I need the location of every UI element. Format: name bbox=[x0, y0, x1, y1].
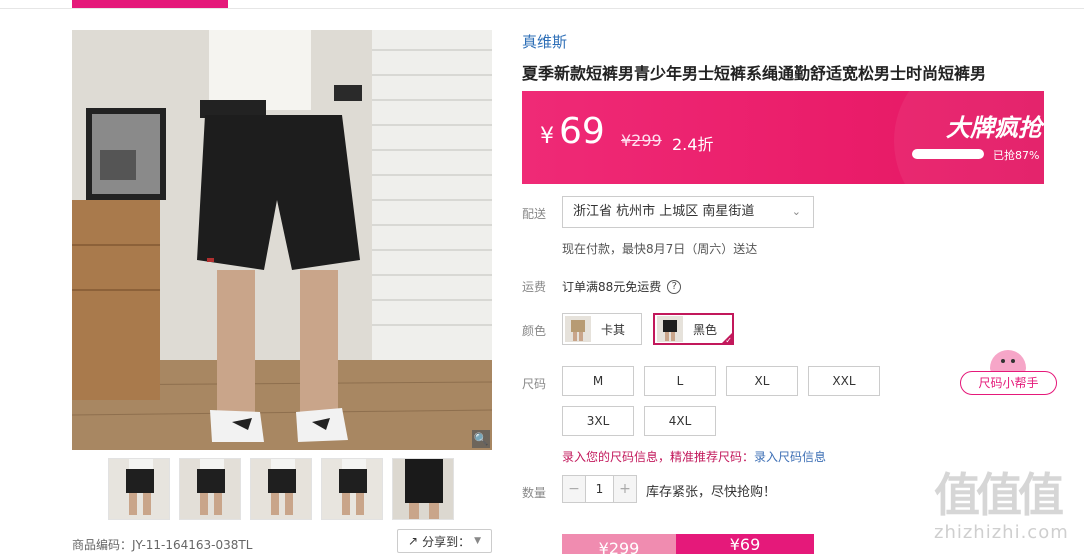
delivery-label: 配送 bbox=[522, 207, 547, 221]
brand-link[interactable]: 真维斯 bbox=[522, 31, 567, 52]
quantity-minus-button[interactable]: − bbox=[563, 476, 585, 502]
chevron-down-icon: ⌄ bbox=[791, 205, 801, 218]
quantity-label: 数量 bbox=[522, 486, 547, 500]
price-banner: ¥ 69 ¥299 2.4折 大牌疯抢 已抢87% bbox=[522, 91, 1044, 184]
thumbnail-2[interactable] bbox=[179, 458, 241, 520]
size-option-l[interactable]: L bbox=[644, 366, 716, 396]
main-product-image[interactable]: 🔍 bbox=[72, 30, 492, 450]
chevron-down-icon: ▼ bbox=[474, 536, 481, 546]
active-tab-indicator bbox=[72, 0, 228, 8]
current-price: 69 bbox=[559, 111, 605, 152]
question-circle-icon[interactable]: ? bbox=[667, 279, 682, 294]
mascot-eye bbox=[1011, 359, 1015, 363]
quantity-stepper: − 1 + bbox=[562, 475, 637, 503]
shipping-info: 订单满88元免运费 ? bbox=[562, 278, 682, 295]
thumbnail-strip bbox=[108, 458, 454, 520]
zoom-icon[interactable]: 🔍 bbox=[472, 430, 490, 448]
sold-progress-fill bbox=[913, 150, 974, 158]
discount-label: 2.4折 bbox=[672, 135, 714, 154]
size-record-link[interactable]: 录入尺码信息 bbox=[754, 450, 826, 464]
sku-code: 商品编码：JY-11-164163-038TL bbox=[72, 538, 253, 552]
size-option-m[interactable]: M bbox=[562, 366, 634, 396]
share-label: 分享到： bbox=[422, 534, 471, 549]
size-record-warning: 录入您的尺码信息，精准推荐尺码： bbox=[562, 450, 755, 464]
size-record-prompt: 录入您的尺码信息，精准推荐尺码：录入尺码信息 bbox=[562, 448, 826, 465]
buy-original-price-button[interactable]: ¥299 bbox=[562, 534, 676, 554]
shipping-text: 订单满88元免运费 bbox=[562, 280, 662, 294]
size-label: 尺码 bbox=[522, 377, 547, 391]
size-option-4xl[interactable]: 4XL bbox=[644, 406, 716, 436]
size-option-xl[interactable]: XL bbox=[726, 366, 798, 396]
color-option-khaki[interactable]: 卡其 bbox=[562, 313, 642, 345]
watermark-domain: zhizhizhi.com bbox=[934, 522, 1069, 543]
site-watermark: 值值值 zhizhizhi.com bbox=[934, 470, 1084, 554]
color-swatch-black bbox=[657, 316, 683, 342]
stock-status: 库存紧张，尽快抢购！ bbox=[646, 485, 777, 500]
size-option-xxl[interactable]: XXL bbox=[808, 366, 880, 396]
mascot-eye bbox=[1001, 359, 1005, 363]
thumbnail-5[interactable] bbox=[392, 458, 454, 520]
color-option-label: 黑色 bbox=[693, 322, 718, 337]
sold-progress-bar bbox=[912, 149, 984, 159]
quantity-input[interactable]: 1 bbox=[585, 476, 614, 502]
original-price: ¥299 bbox=[621, 131, 662, 150]
shipping-label: 运费 bbox=[522, 280, 547, 294]
color-swatch-khaki bbox=[565, 316, 591, 342]
product-page: 🔍 商品编码：JY-11-164163-038TL ↗ 分享到： ▼ 真维斯 夏… bbox=[0, 0, 1084, 554]
check-icon: ✓ bbox=[725, 336, 732, 345]
address-selector[interactable]: 浙江省 杭州市 上城区 南星街道 ⌄ bbox=[562, 196, 814, 228]
color-label: 颜色 bbox=[522, 324, 547, 338]
currency-symbol: ¥ bbox=[540, 124, 554, 149]
product-title: 夏季新款短裤男青少年男士短裤系绳通勤舒适宽松男士时尚短裤男 bbox=[522, 64, 987, 83]
quantity-plus-button[interactable]: + bbox=[614, 476, 636, 502]
size-helper-button[interactable]: 尺码小帮手 bbox=[960, 371, 1057, 395]
share-icon: ↗ bbox=[408, 534, 419, 548]
sold-progress-label: 已抢87% bbox=[993, 149, 1040, 162]
thumbnail-3[interactable] bbox=[250, 458, 312, 520]
top-divider bbox=[0, 8, 1084, 9]
thumbnail-4[interactable] bbox=[321, 458, 383, 520]
color-option-label: 卡其 bbox=[601, 322, 626, 337]
delivery-note: 现在付款，最快8月7日（周六）送达 bbox=[562, 242, 758, 256]
product-photo-illustration bbox=[72, 30, 492, 450]
color-option-black[interactable]: 黑色 ✓ bbox=[653, 313, 734, 345]
size-option-3xl[interactable]: 3XL bbox=[562, 406, 634, 436]
share-button[interactable]: ↗ 分享到： ▼ bbox=[397, 529, 492, 553]
thumbnail-1[interactable] bbox=[108, 458, 170, 520]
promo-badge: 大牌疯抢 bbox=[946, 114, 1042, 142]
address-value: 浙江省 杭州市 上城区 南星街道 bbox=[573, 204, 755, 219]
buy-now-button[interactable]: ¥69 bbox=[676, 534, 814, 554]
watermark-logo: 值值值 bbox=[934, 468, 1064, 522]
